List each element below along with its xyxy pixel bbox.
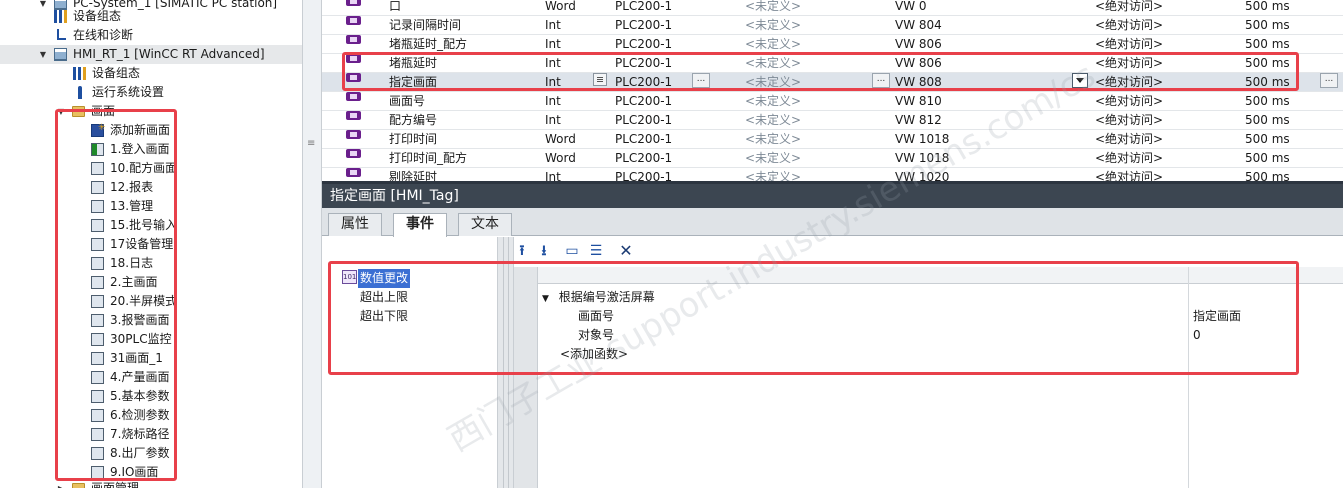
tag-name-cell[interactable]: 打印时间_配方 <box>389 149 467 168</box>
highlight-box-selected-tag <box>342 52 1299 91</box>
tag-access-mode-cell[interactable]: <绝对访问> <box>1095 130 1163 149</box>
tag-plc-tag-cell[interactable]: <未定义> <box>745 130 801 149</box>
tag-acquisition-cycle-cell[interactable]: 500 ms <box>1245 92 1290 111</box>
tag-name-cell[interactable]: 打印时间 <box>389 130 437 149</box>
collapse-arrow-icon[interactable]: ▼ <box>38 45 48 64</box>
tag-access-mode-cell[interactable]: <绝对访问> <box>1095 111 1163 130</box>
tag-name-cell[interactable]: 配方编号 <box>389 111 437 130</box>
tag-connection-cell[interactable]: PLC200-1 <box>615 149 672 168</box>
online-diagnostics-icon <box>57 29 66 40</box>
tag-address-cell[interactable]: VW 1018 <box>895 149 949 168</box>
open-folder-icon[interactable]: ▭ <box>564 243 580 259</box>
tag-datatype-cell[interactable]: Int <box>545 92 561 111</box>
tag-access-mode-cell[interactable]: <绝对访问> <box>1095 149 1163 168</box>
cycle-browse-button[interactable]: ... <box>1320 73 1338 88</box>
panel-splitter[interactable]: ≡ <box>302 0 322 488</box>
tag-row[interactable]: 画面号 Int PLC200-1 <未定义> VW 810 <绝对访问> 500 ms <box>322 92 1343 111</box>
hmi-tag-icon <box>346 16 361 25</box>
tag-connection-cell[interactable]: PLC200-1 <box>615 92 672 111</box>
tag-address-cell[interactable]: VW 1018 <box>895 130 949 149</box>
tag-access-mode-cell[interactable]: <绝对访问> <box>1095 92 1163 111</box>
tag-plc-tag-cell[interactable]: <未定义> <box>745 168 801 181</box>
tag-acquisition-cycle-cell[interactable]: 500 ms <box>1245 0 1290 16</box>
tag-address-cell[interactable]: VW 1020 <box>895 168 949 181</box>
tag-datatype-cell[interactable]: Word <box>545 130 576 149</box>
tag-acquisition-cycle-cell[interactable]: 500 ms <box>1245 168 1290 181</box>
highlight-box-screens <box>55 109 177 481</box>
hmi-tag-icon <box>346 130 361 139</box>
tag-access-mode-cell[interactable]: <绝对访问> <box>1095 0 1163 16</box>
tag-row[interactable]: 打印时间_配方 Word PLC200-1 <未定义> VW 1018 <绝对访问> 500… <box>322 149 1343 168</box>
tree-item-hmi-runtime[interactable]: ▼ HMI_RT_1 [WinCC RT Advanced] <box>0 45 302 64</box>
tag-row[interactable]: 打印时间 Word PLC200-1 <未定义> VW 1018 <绝对访问> 500 ms <box>322 130 1343 149</box>
tag-row[interactable]: 记录间隔时间 Int PLC200-1 <未定义> VW 804 <绝对访问> 500 ms <box>322 16 1343 35</box>
tag-address-cell[interactable]: VW 810 <box>895 92 942 111</box>
tag-name-cell[interactable]: 剔除延时 <box>389 168 437 181</box>
wrench-icon <box>78 86 82 99</box>
tag-acquisition-cycle-cell[interactable]: 500 ms <box>1245 149 1290 168</box>
tab-properties[interactable]: 属性 <box>328 213 382 236</box>
hmi-runtime-icon <box>54 48 67 61</box>
tag-name-cell[interactable]: 记录间隔时间 <box>389 16 461 35</box>
tag-connection-cell[interactable]: PLC200-1 <box>615 168 672 181</box>
tag-connection-cell[interactable]: PLC200-1 <box>615 111 672 130</box>
inspector-title: 指定画面 [HMI_Tag] <box>330 188 459 204</box>
tag-connection-cell[interactable]: PLC200-1 <box>615 0 672 16</box>
tag-access-mode-cell[interactable]: <绝对访问> <box>1095 168 1163 181</box>
pc-station-icon <box>54 0 67 10</box>
hmi-tag-icon <box>346 35 361 44</box>
highlight-box-event <box>328 261 1299 375</box>
tag-address-cell[interactable]: VW 812 <box>895 111 942 130</box>
tag-connection-cell[interactable]: PLC200-1 <box>615 130 672 149</box>
folder-icon <box>72 483 85 488</box>
hmi-tag-icon <box>346 111 361 120</box>
tag-datatype-cell[interactable]: Int <box>545 168 561 181</box>
tag-address-cell[interactable]: VW 0 <box>895 0 927 16</box>
tag-acquisition-cycle-cell[interactable]: 500 ms <box>1245 16 1290 35</box>
tag-row[interactable]: 配方编号 Int PLC200-1 <未定义> VW 812 <绝对访问> 500 ms <box>322 111 1343 130</box>
tag-plc-tag-cell[interactable]: <未定义> <box>745 16 801 35</box>
splitter-grip-icon[interactable]: ≡ <box>307 139 315 149</box>
tag-connection-cell[interactable]: PLC200-1 <box>615 16 672 35</box>
tree-item-label: 运行系统设置 <box>92 85 165 99</box>
hmi-tag-icon <box>346 92 361 101</box>
tag-address-cell[interactable]: VW 804 <box>895 16 942 35</box>
tag-name-cell[interactable]: 口 <box>389 0 401 16</box>
inspector-title-bar: 指定画面 [HMI_Tag] <box>322 181 1343 208</box>
list-icon[interactable]: ☰ <box>588 243 604 259</box>
tag-datatype-cell[interactable]: Word <box>545 0 576 16</box>
tag-plc-tag-cell[interactable]: <未定义> <box>745 111 801 130</box>
hmi-tag-icon <box>346 149 361 158</box>
tag-plc-tag-cell[interactable]: <未定义> <box>745 92 801 111</box>
tag-row[interactable]: 剔除延时 Int PLC200-1 <未定义> VW 1020 <绝对访问> 500 ms <box>322 168 1343 181</box>
tree-item-label: HMI_RT_1 [WinCC RT Advanced] <box>73 47 265 61</box>
tag-acquisition-cycle-cell[interactable]: 500 ms <box>1245 111 1290 130</box>
collapse-arrow-icon[interactable]: ▼ <box>38 0 48 13</box>
device-config-icon <box>54 10 67 23</box>
tag-row[interactable]: 口 Word PLC200-1 <未定义> VW 0 <绝对访问> 500 ms <box>322 0 1343 16</box>
inspector-tabs: 属性 事件 文本 <box>322 208 1343 237</box>
delete-icon[interactable]: ✕ <box>618 243 634 259</box>
tag-plc-tag-cell[interactable]: <未定义> <box>745 0 801 16</box>
tag-plc-tag-cell[interactable]: <未定义> <box>745 149 801 168</box>
tree-item-label: 设备组态 <box>73 9 122 23</box>
tag-access-mode-cell[interactable]: <绝对访问> <box>1095 16 1163 35</box>
move-down-icon[interactable]: ⭳ <box>536 243 552 259</box>
tag-name-cell[interactable]: 画面号 <box>389 92 425 111</box>
tag-datatype-cell[interactable]: Int <box>545 16 561 35</box>
tag-datatype-cell[interactable]: Int <box>545 111 561 130</box>
tree-item-label: 设备组态 <box>92 66 141 80</box>
tab-events[interactable]: 事件 <box>393 213 447 237</box>
move-up-icon[interactable]: ⭱ <box>514 243 530 259</box>
tag-acquisition-cycle-cell[interactable]: 500 ms <box>1245 130 1290 149</box>
tag-datatype-cell[interactable]: Word <box>545 149 576 168</box>
device-config-icon <box>73 67 86 80</box>
tab-texts[interactable]: 文本 <box>458 213 512 236</box>
hmi-tag-icon <box>346 168 361 177</box>
hmi-tag-icon <box>346 0 361 6</box>
tree-item-label: 在线和诊断 <box>73 28 134 42</box>
